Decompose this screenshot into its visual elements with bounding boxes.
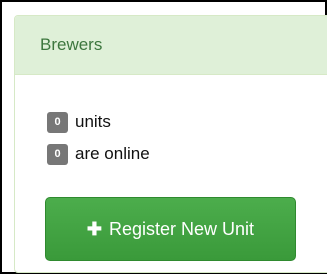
brewers-panel: Brewers 0 units 0 are online ✚ Register … (14, 15, 327, 273)
units-row: 0 units (47, 109, 150, 135)
panel-title: Brewers (40, 35, 103, 54)
register-new-unit-button[interactable]: ✚ Register New Unit (45, 197, 296, 261)
panel-heading: Brewers (15, 16, 327, 75)
units-label: units (75, 112, 111, 131)
register-button-label: Register New Unit (109, 218, 255, 239)
online-label: are online (75, 144, 150, 163)
stats-list: 0 units 0 are online (47, 109, 150, 167)
plus-icon: ✚ (86, 219, 103, 239)
online-count-badge: 0 (47, 143, 68, 165)
online-row: 0 are online (47, 141, 150, 167)
units-count-badge: 0 (47, 111, 68, 133)
